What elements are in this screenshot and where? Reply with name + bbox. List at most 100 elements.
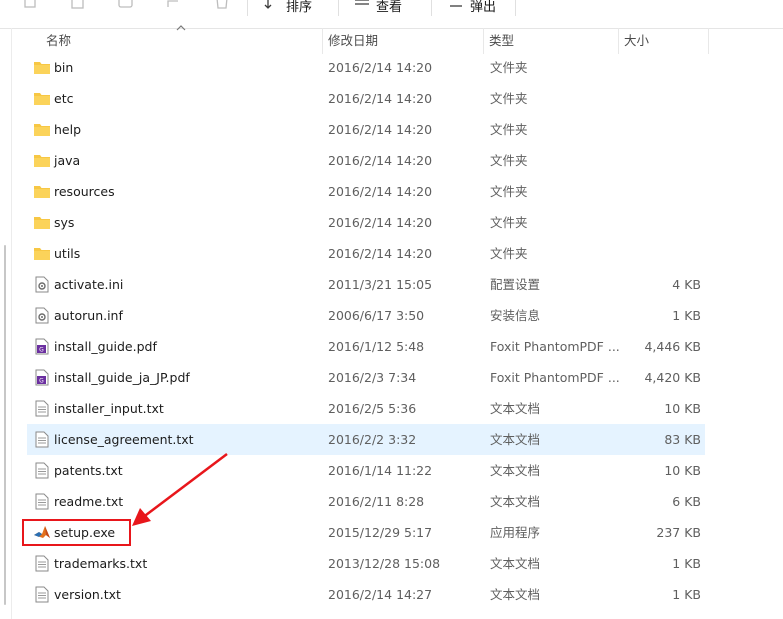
file-row[interactable]: patents.txt 2016/1/14 11:22 文本文档 10 KB [27, 455, 705, 486]
settings-file-icon [33, 276, 51, 293]
folder-icon [33, 245, 51, 262]
column-header-size[interactable]: 大小 [624, 28, 649, 54]
file-row[interactable]: etc 2016/2/14 14:20 文件夹 [27, 83, 705, 114]
file-type: 应用程序 [490, 525, 541, 540]
file-row[interactable]: autorun.inf 2006/6/17 3:50 安装信息 1 KB [27, 300, 705, 331]
svg-text:G: G [39, 347, 44, 354]
file-size: 6 KB [672, 494, 701, 509]
file-date: 2016/2/14 14:20 [328, 122, 433, 137]
file-date: 2016/2/14 14:20 [328, 153, 433, 168]
file-size: 4,420 KB [644, 370, 701, 385]
file-date: 2013/12/28 15:08 [328, 556, 441, 571]
file-name: utils [54, 246, 81, 261]
pdf-file-icon: G [33, 369, 51, 386]
file-type: 文件夹 [490, 122, 528, 137]
file-name: bin [54, 60, 74, 75]
sort-icon[interactable] [262, 0, 282, 12]
file-name: resources [54, 184, 115, 199]
column-divider[interactable] [708, 28, 709, 54]
navigation-pane-border [11, 28, 12, 619]
text-file-icon [33, 586, 51, 603]
file-type: 文本文档 [490, 432, 541, 447]
eject-icon[interactable] [446, 0, 466, 12]
file-row[interactable]: java 2016/2/14 14:20 文件夹 [27, 145, 705, 176]
file-row[interactable]: G install_guide_ja_JP.pdf 2016/2/3 7:34 … [27, 362, 705, 393]
file-row[interactable]: readme.txt 2016/2/11 8:28 文本文档 6 KB [27, 486, 705, 517]
file-size: 83 KB [664, 432, 701, 447]
text-file-icon [33, 462, 51, 479]
folder-icon [33, 214, 51, 231]
file-type: Foxit PhantomPDF ... [490, 370, 620, 385]
file-type: Foxit PhantomPDF ... [490, 339, 620, 354]
column-divider[interactable] [618, 28, 619, 54]
file-name: activate.ini [54, 277, 124, 292]
file-name: patents.txt [54, 463, 123, 478]
file-size: 10 KB [664, 463, 701, 478]
file-row[interactable]: sys 2016/2/14 14:20 文件夹 [27, 207, 705, 238]
file-row[interactable]: resources 2016/2/14 14:20 文件夹 [27, 176, 705, 207]
file-date: 2016/2/14 14:20 [328, 91, 433, 106]
file-row-hovered[interactable]: license_agreement.txt 2016/2/2 3:32 文本文档… [27, 424, 705, 455]
view-button-label[interactable]: 查看 [376, 0, 402, 15]
file-type: 文件夹 [490, 60, 528, 75]
sort-button-label[interactable]: 排序 [286, 0, 312, 15]
file-name: java [54, 153, 81, 168]
rename-icon[interactable] [116, 0, 136, 12]
file-row[interactable]: utils 2016/2/14 14:20 文件夹 [27, 238, 705, 269]
file-date: 2006/6/17 3:50 [328, 308, 425, 323]
paste-icon[interactable] [68, 0, 88, 12]
file-date: 2016/2/3 7:34 [328, 370, 417, 385]
file-name: readme.txt [54, 494, 124, 509]
file-name: etc [54, 91, 74, 106]
column-divider[interactable] [322, 28, 323, 54]
file-type: 文件夹 [490, 215, 528, 230]
more-options-button[interactable]: ··· [530, 0, 550, 7]
eject-button-label[interactable]: 弹出 [470, 0, 496, 15]
copy-icon[interactable] [20, 0, 40, 12]
file-date: 2016/1/14 11:22 [328, 463, 433, 478]
file-size: 10 KB [664, 401, 701, 416]
file-type: 文本文档 [490, 401, 541, 416]
text-file-icon [33, 493, 51, 510]
folder-icon [33, 90, 51, 107]
annotation-highlight-box [22, 519, 131, 546]
file-row[interactable]: G install_guide.pdf 2016/1/12 5:48 Foxit… [27, 331, 705, 362]
file-name: help [54, 122, 82, 137]
file-name: install_guide_ja_JP.pdf [54, 370, 190, 385]
file-row[interactable]: version.txt 2016/2/14 14:27 文本文档 1 KB [27, 579, 705, 610]
text-file-icon [33, 555, 51, 572]
column-divider[interactable] [483, 28, 484, 54]
file-row[interactable]: bin 2016/2/14 14:20 文件夹 [27, 52, 705, 83]
file-name: install_guide.pdf [54, 339, 157, 354]
file-date: 2016/2/14 14:20 [328, 60, 433, 75]
file-type: 文本文档 [490, 494, 541, 509]
file-size: 1 KB [672, 587, 701, 602]
sort-ascending-icon [176, 25, 186, 31]
column-header-type[interactable]: 类型 [489, 28, 514, 54]
file-name: license_agreement.txt [54, 432, 194, 447]
file-name: trademarks.txt [54, 556, 148, 571]
view-icon[interactable] [352, 0, 372, 12]
file-size: 1 KB [672, 308, 701, 323]
file-date: 2016/1/12 5:48 [328, 339, 425, 354]
file-size: 237 KB [656, 525, 701, 540]
share-icon[interactable] [164, 0, 184, 12]
toolbar-divider [515, 0, 516, 16]
file-row[interactable]: activate.ini 2011/3/21 15:05 配置设置 4 KB [27, 269, 705, 300]
file-row[interactable]: help 2016/2/14 14:20 文件夹 [27, 114, 705, 145]
column-header-name[interactable]: 名称 [46, 28, 71, 54]
navigation-pane-scrollbar[interactable] [4, 245, 6, 605]
file-row[interactable]: trademarks.txt 2013/12/28 15:08 文本文档 1 K… [27, 548, 705, 579]
folder-icon [33, 183, 51, 200]
folder-icon [33, 59, 51, 76]
toolbar-divider [247, 0, 248, 16]
file-name: installer_input.txt [54, 401, 164, 416]
folder-icon [33, 152, 51, 169]
file-date: 2016/2/2 3:32 [328, 432, 417, 447]
delete-icon[interactable] [212, 0, 232, 12]
file-size: 1 KB [672, 556, 701, 571]
file-row[interactable]: installer_input.txt 2016/2/5 5:36 文本文档 1… [27, 393, 705, 424]
toolbar-divider [338, 0, 339, 16]
column-header-date[interactable]: 修改日期 [328, 28, 378, 54]
file-type: 文件夹 [490, 91, 528, 106]
